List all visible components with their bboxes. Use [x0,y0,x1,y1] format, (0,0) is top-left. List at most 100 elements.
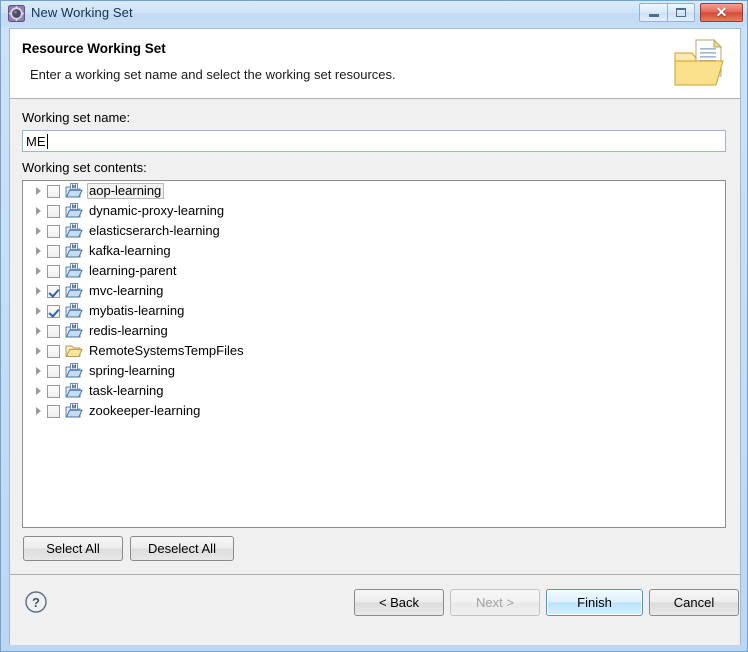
tree-row[interactable]: Mtask-learning [23,381,725,401]
maven-project-folder-icon: M [65,283,83,299]
expand-arrow-icon[interactable] [33,201,47,221]
svg-text:?: ? [32,595,40,610]
tree-item-label: aop-learning [87,183,165,199]
tree-row[interactable]: Mlearning-parent [23,261,725,281]
tree-item-checkbox[interactable] [47,224,60,238]
tree-item-label: learning-parent [89,263,177,278]
tree-row[interactable]: Mmybatis-learning [23,301,725,321]
tree-item-label: zookeeper-learning [89,403,201,418]
maximize-icon [668,4,694,21]
page-title: Resource Working Set [22,41,166,56]
help-question-icon[interactable]: ? [24,590,48,614]
next-button: Next > [450,589,540,616]
svg-text:M: M [72,264,77,270]
tree-item-checkbox[interactable] [47,384,60,398]
finish-button[interactable]: Finish [546,589,643,616]
expand-arrow-icon[interactable] [33,181,47,201]
maven-project-folder-icon: M [65,303,83,319]
maven-project-folder-icon: M [65,183,83,199]
expand-arrow-icon[interactable] [33,221,47,241]
maven-project-folder-icon: M [65,363,83,379]
tree-item-checkbox[interactable] [47,324,60,338]
maven-project-folder-icon: M [65,403,83,419]
minimize-button[interactable] [639,3,667,22]
svg-text:M: M [72,404,77,410]
expand-arrow-icon[interactable] [33,401,47,421]
expand-arrow-icon[interactable] [33,321,47,341]
wizard-banner: Resource Working Set Enter a working set… [10,29,740,99]
folder-document-icon [670,33,732,95]
svg-text:M: M [72,324,77,330]
tree-row[interactable]: Mkafka-learning [23,241,725,261]
expand-arrow-icon[interactable] [33,241,47,261]
tree-item-label: redis-learning [89,323,168,338]
maven-project-folder-icon: M [65,243,83,259]
resource-tree[interactable]: Maop-learning Mdynamic-proxy-learning Mela… [22,180,726,528]
maven-project-folder-icon: M [65,323,83,339]
maximize-button[interactable] [667,3,695,22]
tree-row[interactable]: RemoteSystemsTempFiles [23,341,725,361]
cancel-button[interactable]: Cancel [649,589,739,616]
tree-item-checkbox[interactable] [47,404,60,418]
svg-text:M: M [72,304,77,310]
expand-arrow-icon[interactable] [33,281,47,301]
maven-project-folder-icon: M [65,223,83,239]
text-caret [47,134,48,149]
tree-item-label: mybatis-learning [89,303,185,318]
tree-item-checkbox[interactable] [47,304,60,318]
working-set-name-label: Working set name: [22,110,131,125]
tree-item-checkbox[interactable] [47,244,60,258]
svg-text:M: M [72,364,77,370]
tree-row[interactable]: Mspring-learning [23,361,725,381]
working-set-contents-label: Working set contents: [22,160,147,175]
tree-item-checkbox[interactable] [47,344,60,358]
tree-item-label: dynamic-proxy-learning [89,203,225,218]
tree-row[interactable]: Maop-learning [23,181,725,201]
dialog-footer: ? < Back Next > Finish Cancel [10,574,740,645]
eclipse-wizard-icon [8,5,25,22]
dialog-client-area: Resource Working Set Enter a working set… [9,28,741,645]
maven-project-folder-icon: M [65,383,83,399]
svg-text:M: M [72,184,77,190]
tree-row[interactable]: Mzookeeper-learning [23,401,725,421]
window-title: New Working Set [31,5,133,20]
tree-row[interactable]: Melasticserarch-learning [23,221,725,241]
title-bar[interactable]: New Working Set ✕ [1,1,747,27]
expand-arrow-icon[interactable] [33,261,47,281]
select-all-button[interactable]: Select All [23,536,123,561]
close-icon: ✕ [715,4,728,20]
tree-item-label: spring-learning [89,363,175,378]
minimize-icon [640,4,667,21]
page-description: Enter a working set name and select the … [30,67,396,82]
tree-item-label: elasticserarch-learning [89,223,220,238]
dialog-body: Working set name: Working set contents: … [10,99,740,574]
tree-item-checkbox[interactable] [47,184,60,198]
tree-row[interactable]: Mredis-learning [23,321,725,341]
expand-arrow-icon[interactable] [33,341,47,361]
tree-item-label: task-learning [89,383,164,398]
tree-row[interactable]: Mdynamic-proxy-learning [23,201,725,221]
expand-arrow-icon[interactable] [33,361,47,381]
tree-row[interactable]: Mmvc-learning [23,281,725,301]
tree-item-checkbox[interactable] [47,364,60,378]
expand-arrow-icon[interactable] [33,381,47,401]
tree-item-label: kafka-learning [89,243,171,258]
svg-text:M: M [72,284,77,290]
tree-item-label: mvc-learning [89,283,164,298]
expand-arrow-icon[interactable] [33,301,47,321]
tree-item-label: RemoteSystemsTempFiles [89,343,244,358]
svg-text:M: M [72,204,77,210]
tree-item-checkbox[interactable] [47,264,60,278]
svg-text:M: M [72,244,77,250]
close-button[interactable]: ✕ [700,3,743,22]
working-set-name-input[interactable] [22,130,726,152]
tree-item-checkbox[interactable] [47,284,60,298]
deselect-all-button[interactable]: Deselect All [130,536,234,561]
svg-text:M: M [72,384,77,390]
new-working-set-dialog: New Working Set ✕ Resource Working Set E… [0,0,748,652]
svg-text:M: M [72,224,77,230]
maven-project-folder-icon: M [65,203,83,219]
back-button[interactable]: < Back [354,589,444,616]
tree-item-checkbox[interactable] [47,204,60,218]
plain-folder-icon [65,343,83,359]
